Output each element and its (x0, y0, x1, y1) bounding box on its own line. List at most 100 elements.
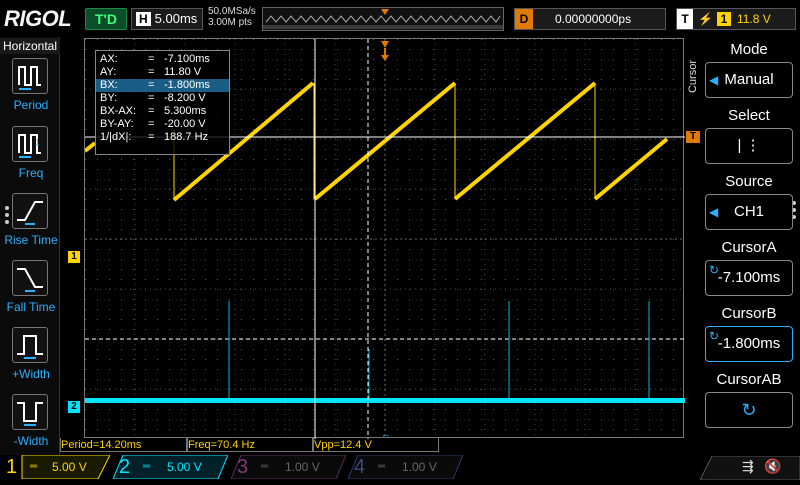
run-status-badge[interactable]: T'D (85, 8, 127, 30)
readout-row-bx-ax: BX-AX: = 5.300ms (96, 105, 229, 118)
cursor-b-value: -1.800ms (717, 335, 781, 352)
readout-row-ay: AY: = 11.80 V (96, 66, 229, 79)
timebase-display[interactable]: H 5.00ms (131, 8, 203, 30)
ch2-number: 2 (119, 456, 131, 478)
memory-overview-strip[interactable] (262, 7, 504, 31)
readout-value: -8.200 V (164, 92, 206, 104)
fall-time-button[interactable] (12, 260, 48, 296)
positive-width-label: +Width (12, 367, 50, 381)
negative-width-icon (17, 402, 43, 426)
cursor-a-value-box[interactable]: ↻ -7.100ms (705, 260, 793, 296)
period-icon (18, 66, 41, 90)
rising-edge-icon: ⚡ (698, 12, 713, 26)
ch4-number: 4 (354, 456, 366, 478)
acquisition-info: 50.0MSa/s 3.00M pts (208, 6, 256, 28)
readout-value: 5.300ms (164, 105, 207, 117)
readout-eq: = (148, 79, 155, 91)
measure-period[interactable]: Period=14.20ms (60, 438, 187, 452)
cursor-a-value: -7.100ms (717, 269, 781, 286)
memory-waveform-icon (263, 9, 503, 29)
trigger-level-marker[interactable]: T (686, 131, 700, 143)
delay-display[interactable]: D 0.00000000ps (514, 8, 666, 30)
readout-eq: = (148, 53, 155, 65)
readout-value: -1.800ms (164, 79, 210, 91)
ch2-scale: 5.00 V (167, 460, 202, 474)
menu-side-label: Cursor (687, 60, 699, 94)
select-value-box[interactable]: | ⋮ (705, 128, 793, 164)
readout-key: BX: (100, 79, 118, 91)
select-value: | ⋮ (737, 137, 761, 154)
readout-value: 11.80 V (164, 66, 202, 78)
dc-coupling-icon: ═ (30, 461, 38, 472)
channel-2-tab[interactable]: 2 ═ 5.00 V (113, 455, 228, 479)
readout-value: 188.7 Hz (164, 131, 209, 143)
source-title: Source (725, 173, 773, 190)
mode-value-box[interactable]: ◀ Manual (705, 62, 793, 98)
mode-menu-item[interactable]: Mode ◀ Manual (705, 40, 793, 100)
source-value-box[interactable]: ◀ CH1 (705, 194, 793, 230)
rise-time-label: Rise Time (4, 233, 58, 247)
trigger-level: 11.8 V (736, 12, 771, 26)
positive-width-button[interactable] (12, 327, 48, 363)
delay-value: 0.00000000ps (555, 12, 632, 26)
fall-time-label: Fall Time (6, 300, 56, 314)
cursor-ab-value-box[interactable]: ↻ (705, 392, 793, 428)
readout-row-bx: BX: = -1.800ms (96, 79, 229, 92)
ch1-offset-marker[interactable]: 1 (68, 251, 80, 263)
dc-coupling-icon: ═ (143, 461, 151, 472)
svg-text:1: 1 (35, 138, 40, 147)
negative-width-label: -Width (13, 434, 49, 448)
rotary-knob-icon: ↻ (709, 329, 720, 343)
cursor-ab-menu-item[interactable]: CursorAB ↻ (705, 370, 793, 430)
cursor-ab-title: CursorAB (716, 371, 782, 388)
ch1-number: 1 (6, 456, 18, 478)
rise-time-button[interactable] (12, 193, 48, 229)
scroll-indicator-icon (4, 205, 10, 225)
dc-coupling-icon: ═ (378, 461, 386, 472)
measure-vpp[interactable]: Vpp=12.4 V (313, 438, 439, 452)
left-arrow-icon: ◀ (709, 205, 719, 219)
channel-4-tab[interactable]: 4 ═ 1.00 V (348, 455, 463, 479)
frequency-button[interactable]: 1 (12, 126, 48, 162)
channel-3-tab[interactable]: 3 ═ 1.00 V (231, 455, 346, 479)
readout-eq: = (148, 66, 155, 78)
frequency-label: Freq (18, 166, 44, 180)
readout-key: 1/|dX|: (100, 131, 132, 143)
source-menu-item[interactable]: Source ◀ CH1 (705, 172, 793, 232)
cursor-b-value-box[interactable]: ↻ -1.800ms (705, 326, 793, 362)
channel-1-tab[interactable]: 1 ═ 5.00 V (0, 455, 110, 479)
ch3-number: 3 (237, 456, 249, 478)
mode-title: Mode (730, 41, 768, 58)
cursor-a-menu-item[interactable]: CursorA ↻ -7.100ms (705, 238, 793, 298)
negative-width-button[interactable] (12, 394, 48, 430)
cursor-b-menu-item[interactable]: CursorB ↻ -1.800ms (705, 304, 793, 364)
rotary-knob-icon: ↻ (741, 400, 757, 420)
readout-row-inverse-dx: 1/|dX|: = 188.7 Hz (96, 131, 229, 144)
ch4-scale: 1.00 V (402, 460, 437, 474)
trigger-display[interactable]: T ⚡ 1 11.8 V (676, 8, 796, 30)
select-menu-item[interactable]: Select | ⋮ (705, 106, 793, 166)
trigger-label: T (677, 9, 693, 29)
status-icons-area: ⇶ 🔇 (699, 455, 800, 481)
mode-value: Manual (724, 71, 774, 88)
brand-logo: RIGOL (4, 6, 72, 31)
readout-row-by-ay: BY-AY: = -20.00 V (96, 118, 229, 131)
readout-eq: = (148, 118, 155, 130)
measure-frequency[interactable]: Freq=70.4 Hz (187, 438, 313, 452)
left-panel-title: Horizontal (0, 38, 60, 54)
ch2-offset-marker[interactable]: 2 (68, 401, 80, 413)
rotary-knob-icon: ↻ (709, 263, 720, 277)
cursor-readout-panel: AX: = -7.100ms AY: = 11.80 V BX: = -1.800ms BY… (95, 50, 230, 155)
readout-key: BY-AY: (100, 118, 134, 130)
trigger-source-badge: 1 (716, 12, 731, 26)
speaker-muted-icon[interactable]: 🔇 (764, 458, 781, 475)
readout-eq: = (148, 92, 155, 104)
timebase-label: H (136, 12, 151, 26)
period-button[interactable] (12, 58, 48, 94)
readout-key: BX-AX: (100, 105, 137, 117)
sample-rate: 50.0MSa/s (208, 6, 256, 17)
readout-key: AX: (100, 53, 118, 65)
rise-time-icon (17, 201, 43, 225)
readout-key: AY: (100, 66, 117, 78)
readout-value: -20.00 V (164, 118, 206, 130)
